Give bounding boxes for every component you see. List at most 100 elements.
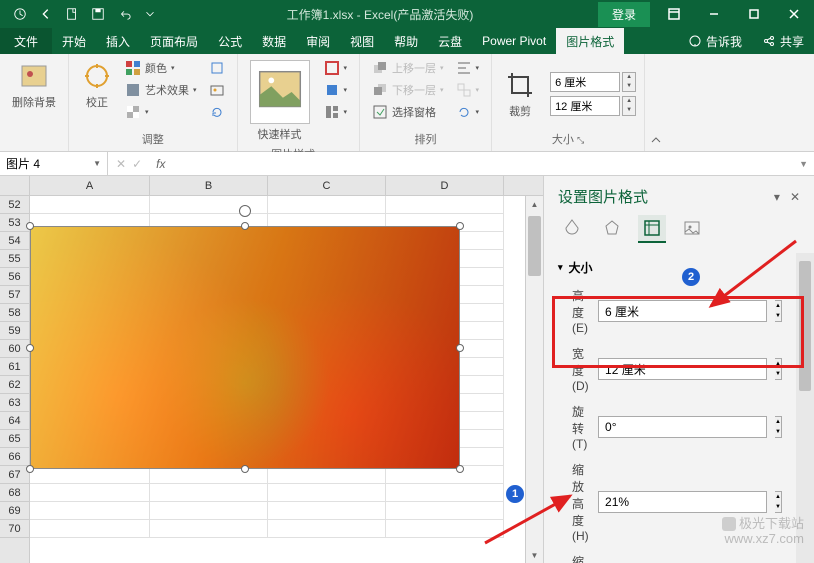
row-header[interactable]: 57	[0, 286, 29, 304]
cell[interactable]	[30, 196, 150, 214]
cell[interactable]	[386, 502, 504, 520]
row-header[interactable]: 68	[0, 484, 29, 502]
row-header[interactable]: 52	[0, 196, 29, 214]
picture-effects-button[interactable]: ▾	[320, 80, 352, 100]
menu-page-layout[interactable]: 页面布局	[140, 28, 208, 54]
cell[interactable]	[150, 502, 268, 520]
cancel-formula-icon[interactable]: ✕	[116, 157, 126, 171]
send-backward-button[interactable]: 下移一层▾	[368, 80, 448, 100]
maximize-icon[interactable]	[734, 0, 774, 28]
quick-styles-button[interactable]: 快速样式	[246, 58, 314, 144]
width-input[interactable]	[598, 358, 767, 380]
color-button[interactable]: 颜色▾	[121, 58, 201, 78]
cell[interactable]	[268, 196, 386, 214]
formula-input[interactable]	[171, 152, 793, 175]
resize-handle-ml[interactable]	[26, 344, 34, 352]
menu-share[interactable]: 共享	[752, 28, 814, 54]
row-header[interactable]: 60	[0, 340, 29, 358]
new-file-icon[interactable]	[60, 2, 84, 26]
row-header[interactable]: 59	[0, 322, 29, 340]
undo-icon[interactable]	[112, 2, 136, 26]
cell[interactable]	[150, 484, 268, 502]
ribbon-height-spinner[interactable]: ▲▼	[622, 72, 636, 92]
resize-handle-br[interactable]	[456, 465, 464, 473]
cell[interactable]	[150, 520, 268, 538]
select-all-corner[interactable]	[0, 176, 30, 195]
transparency-button[interactable]: ▾	[121, 102, 201, 122]
reset-picture-button[interactable]	[205, 102, 229, 122]
autosave-icon[interactable]	[8, 2, 32, 26]
menu-data[interactable]: 数据	[252, 28, 296, 54]
menu-home[interactable]: 开始	[52, 28, 96, 54]
resize-handle-tc[interactable]	[241, 222, 249, 230]
cell[interactable]	[268, 502, 386, 520]
pane-tab-size[interactable]	[638, 215, 666, 243]
artistic-effects-button[interactable]: 艺术效果▾	[121, 80, 201, 100]
ribbon-options-icon[interactable]	[654, 0, 694, 28]
row-header[interactable]: 54	[0, 232, 29, 250]
height-input[interactable]	[598, 300, 767, 322]
menu-formulas[interactable]: 公式	[208, 28, 252, 54]
compress-button[interactable]	[205, 58, 229, 78]
cell[interactable]	[386, 484, 504, 502]
height-spinner[interactable]: ▲▼	[775, 300, 782, 322]
scale-height-input[interactable]	[598, 491, 767, 513]
accept-formula-icon[interactable]: ✓	[132, 157, 142, 171]
row-header[interactable]: 53	[0, 214, 29, 232]
picture-border-button[interactable]: ▾	[320, 58, 352, 78]
row-header[interactable]: 61	[0, 358, 29, 376]
cell[interactable]	[30, 484, 150, 502]
row-header[interactable]: 63	[0, 394, 29, 412]
row-header[interactable]: 64	[0, 412, 29, 430]
bring-forward-button[interactable]: 上移一层▾	[368, 58, 448, 78]
cell[interactable]	[30, 502, 150, 520]
pane-options-icon[interactable]: ▾	[774, 190, 780, 204]
scrollbar-thumb[interactable]	[528, 216, 541, 276]
menu-insert[interactable]: 插入	[96, 28, 140, 54]
cell[interactable]	[30, 520, 150, 538]
fx-label[interactable]: fx	[150, 157, 171, 171]
align-button[interactable]: ▾	[452, 58, 484, 78]
picture-layout-button[interactable]: ▾	[320, 102, 352, 122]
pane-tab-fill[interactable]	[558, 215, 586, 243]
rotation-input[interactable]	[598, 416, 767, 438]
corrections-button[interactable]: 校正	[77, 58, 117, 129]
col-header-c[interactable]: C	[268, 176, 386, 195]
vertical-scrollbar[interactable]: ▲ ▼	[525, 196, 543, 563]
row-header[interactable]: 67	[0, 466, 29, 484]
close-icon[interactable]	[774, 0, 814, 28]
menu-tellme[interactable]: 告诉我	[678, 28, 752, 54]
pane-scrollbar[interactable]	[796, 253, 814, 563]
crop-button[interactable]: 裁剪	[500, 67, 540, 121]
login-button[interactable]: 登录	[598, 2, 650, 27]
expand-formula-icon[interactable]: ▼	[793, 159, 814, 169]
scale-height-spinner[interactable]: ▲▼	[775, 491, 782, 513]
selection-pane-button[interactable]: 选择窗格	[368, 102, 448, 122]
pane-tab-effects[interactable]	[598, 215, 626, 243]
inserted-picture[interactable]	[30, 226, 460, 469]
qat-dropdown-icon[interactable]	[138, 2, 162, 26]
scroll-up-icon[interactable]: ▲	[526, 196, 543, 212]
menu-view[interactable]: 视图	[340, 28, 384, 54]
row-header[interactable]: 66	[0, 448, 29, 466]
menu-picture-format[interactable]: 图片格式	[556, 28, 624, 54]
col-header-d[interactable]: D	[386, 176, 504, 195]
change-picture-button[interactable]	[205, 80, 229, 100]
resize-handle-mr[interactable]	[456, 344, 464, 352]
back-icon[interactable]	[34, 2, 58, 26]
col-header-b[interactable]: B	[150, 176, 268, 195]
pane-close-icon[interactable]: ✕	[790, 190, 800, 204]
remove-background-button[interactable]: 删除背景	[8, 58, 60, 112]
row-header[interactable]: 70	[0, 520, 29, 538]
pane-scrollbar-thumb[interactable]	[799, 261, 811, 391]
resize-handle-tr[interactable]	[456, 222, 464, 230]
row-header[interactable]: 65	[0, 430, 29, 448]
section-size-header[interactable]: ▾大小	[544, 253, 796, 282]
name-box[interactable]: 图片 4▼	[0, 152, 108, 175]
pane-tab-picture[interactable]	[678, 215, 706, 243]
ribbon-height-input[interactable]	[550, 72, 620, 92]
resize-handle-bl[interactable]	[26, 465, 34, 473]
rotate-button[interactable]: ▾	[452, 102, 484, 122]
row-header[interactable]: 62	[0, 376, 29, 394]
save-icon[interactable]	[86, 2, 110, 26]
